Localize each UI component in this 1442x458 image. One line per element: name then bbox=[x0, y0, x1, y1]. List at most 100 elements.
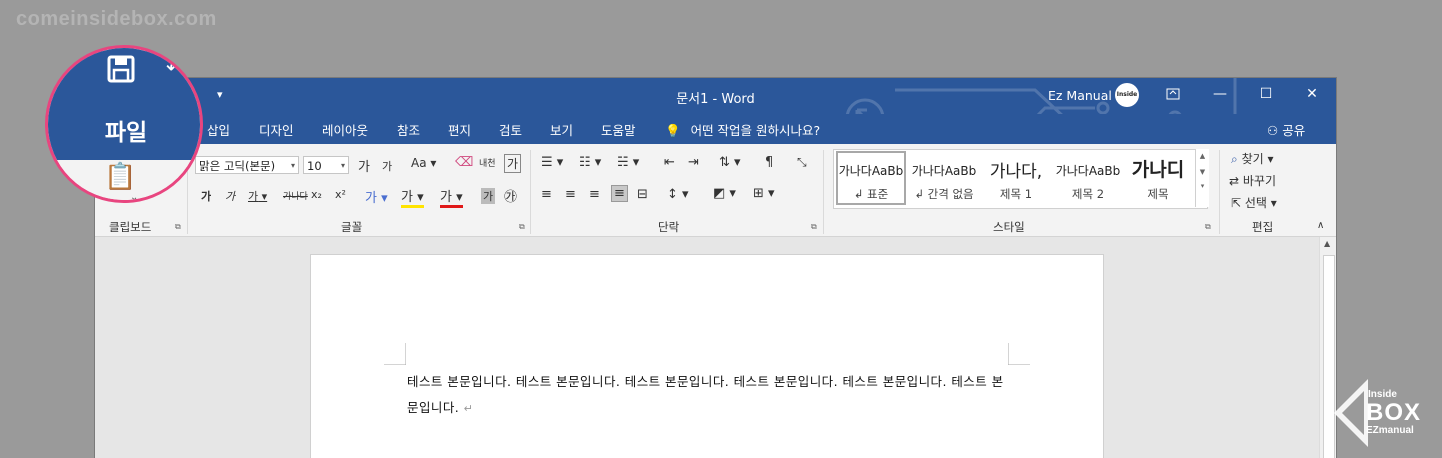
clear-format-icon[interactable]: ⌫ bbox=[455, 155, 473, 170]
tab-mailings[interactable]: 편지 bbox=[448, 120, 471, 139]
increase-indent-icon[interactable]: ⇥ bbox=[688, 155, 699, 170]
gallery-up-icon[interactable]: ▲ bbox=[1196, 152, 1209, 160]
tell-me-box[interactable]: 💡 어떤 작업을 원하시나요? bbox=[665, 120, 820, 139]
tab-review[interactable]: 검토 bbox=[499, 120, 522, 139]
tab-insert[interactable]: 삽입 bbox=[207, 120, 230, 139]
style-name: 제목 bbox=[1147, 187, 1169, 201]
styles-launcher-icon[interactable]: ⧉ bbox=[1205, 222, 1211, 232]
lightbulb-icon: 💡 bbox=[665, 123, 681, 138]
scroll-up-icon[interactable]: ▲ bbox=[1324, 239, 1330, 248]
select-button[interactable]: ⇱ 선택 ▾ bbox=[1231, 194, 1277, 211]
change-case-button[interactable]: Aa ▾ bbox=[411, 156, 436, 170]
shading-icon[interactable]: ◩ ▾ bbox=[713, 186, 736, 201]
align-right-icon[interactable]: ≡ bbox=[589, 187, 600, 202]
tab-layout[interactable]: 레이아웃 bbox=[322, 120, 368, 139]
align-left-icon[interactable]: ≡ bbox=[541, 187, 552, 202]
show-marks-icon[interactable]: ¶ bbox=[765, 155, 773, 170]
phonetic-guide-button[interactable]: 내천 bbox=[479, 156, 496, 169]
sort-icon[interactable]: ⇅ ▾ bbox=[719, 155, 741, 170]
collapse-ribbon-icon[interactable]: ∧ bbox=[1317, 220, 1324, 231]
grow-font-button[interactable]: 가 bbox=[358, 156, 370, 175]
char-shading-button[interactable]: 가 bbox=[481, 188, 496, 204]
highlight-button[interactable]: 가 ▾ bbox=[401, 186, 424, 208]
paste-dropdown-icon[interactable]: ⌄ bbox=[130, 192, 138, 200]
strikethrough-button[interactable]: 가나다 bbox=[283, 189, 308, 202]
maximize-icon[interactable]: ☐ bbox=[1243, 78, 1289, 110]
minimize-icon[interactable]: — bbox=[1197, 78, 1243, 110]
gallery-more-icon[interactable]: ▾ bbox=[1196, 182, 1209, 190]
text-effects-button[interactable]: 가 ▾ bbox=[365, 187, 388, 206]
font-color-button[interactable]: 가 ▾ bbox=[440, 186, 463, 208]
style-no-spacing[interactable]: 가나다AaBb ↲ 간격 없음 bbox=[908, 150, 980, 206]
document-page[interactable]: 테스트 본문입니다. 테스트 본문입니다. 테스트 본문입니다. 테스트 본문입… bbox=[310, 254, 1104, 458]
avatar[interactable]: Inside Box bbox=[1115, 83, 1139, 122]
tab-help[interactable]: 도움말 bbox=[601, 120, 636, 139]
styles-gallery-scroll[interactable]: ▲ ▼ ▾ bbox=[1195, 149, 1209, 207]
style-heading-2[interactable]: 가나다AaBb 제목 2 bbox=[1052, 150, 1124, 206]
find-label: 찾기 bbox=[1241, 152, 1264, 166]
group-separator bbox=[823, 150, 824, 234]
find-button[interactable]: ⌕ 찾기 ▾ bbox=[1231, 150, 1274, 167]
clipboard-paste-icon[interactable]: 📋 bbox=[104, 162, 136, 192]
enclose-char-icon[interactable]: ㉮ bbox=[504, 186, 517, 205]
distribute-icon[interactable]: ⊟ bbox=[637, 187, 648, 202]
tab-view[interactable]: 보기 bbox=[550, 120, 573, 139]
gallery-down-icon[interactable]: ▼ bbox=[1196, 168, 1209, 176]
font-launcher-icon[interactable]: ⧉ bbox=[519, 222, 525, 232]
style-name: ↲ 간격 없음 bbox=[914, 187, 974, 201]
char-border-button[interactable]: 가 bbox=[504, 154, 522, 173]
bullets-icon[interactable]: ☰ ▾ bbox=[541, 155, 563, 170]
subscript-button[interactable]: x₂ bbox=[311, 188, 322, 201]
italic-button[interactable]: 가 bbox=[225, 188, 235, 204]
style-heading-1[interactable]: 가나다, 제목 1 bbox=[980, 150, 1052, 206]
ribbon-home: 🖌 클립보드 ⧉ 맑은 고딕(본문)▾ 10▾ 가 가 Aa ▾ ⌫ 내천 가 … bbox=[95, 144, 1336, 237]
text-effects-label: 가 bbox=[365, 191, 377, 206]
undo-icon[interactable]: ↶ bbox=[166, 56, 184, 81]
document-body-text[interactable]: 테스트 본문입니다. 테스트 본문입니다. 테스트 본문입니다. 테스트 본문입… bbox=[407, 369, 1013, 422]
close-icon[interactable]: ✕ bbox=[1289, 78, 1335, 110]
tab-file[interactable]: 파일 bbox=[66, 104, 186, 162]
bold-button[interactable]: 가 bbox=[201, 188, 211, 204]
ribbon-display-options-icon[interactable] bbox=[1150, 78, 1196, 110]
logo-line-2: BOX bbox=[1366, 399, 1422, 426]
superscript-button[interactable]: x² bbox=[335, 188, 346, 201]
borders-icon[interactable]: ⊞ ▾ bbox=[753, 186, 775, 201]
align-center-icon[interactable]: ≡ bbox=[565, 187, 576, 202]
watermark-text: comeinsidebox.com bbox=[16, 8, 217, 30]
line-spacing-icon[interactable]: ↕ ▾ bbox=[667, 187, 689, 202]
share-label: 공유 bbox=[1282, 123, 1306, 138]
highlight-label: 가 bbox=[401, 190, 413, 205]
font-name-select[interactable]: 맑은 고딕(본문) ▾ bbox=[195, 156, 299, 174]
replace-button[interactable]: ⇄ 바꾸기 bbox=[1229, 172, 1276, 189]
body-paragraph: 테스트 본문입니다. 테스트 본문입니다. 테스트 본문입니다. 테스트 본문입… bbox=[407, 374, 1004, 415]
numbering-icon[interactable]: ☷ ▾ bbox=[579, 155, 601, 170]
style-preview: 가나다, bbox=[989, 162, 1043, 182]
tab-references[interactable]: 참조 bbox=[397, 120, 420, 139]
word-window: ▾ 문서1 - Word Ez Manual Inside Box — ☐ ✕ … bbox=[95, 78, 1336, 458]
group-separator bbox=[1219, 150, 1220, 234]
justify-icon[interactable]: ≡ bbox=[611, 185, 628, 202]
share-button[interactable]: ⚇ 공유 bbox=[1267, 120, 1305, 139]
clipboard-launcher-icon[interactable]: ⧉ bbox=[175, 222, 181, 232]
ribbon-tabs: 삽입 디자인 레이아웃 참조 편지 검토 보기 도움말 💡 어떤 작업을 원하시… bbox=[95, 114, 1336, 144]
change-case-label: Aa bbox=[411, 156, 427, 170]
group-font-label: 글꼴 bbox=[341, 220, 363, 234]
user-name[interactable]: Ez Manual bbox=[1048, 88, 1112, 103]
decrease-indent-icon[interactable]: ⇤ bbox=[664, 155, 675, 170]
underline-button[interactable]: 가 ▾ bbox=[248, 188, 267, 204]
logo-line-3: EZmanual bbox=[1366, 425, 1414, 436]
group-editing-label: 편집 bbox=[1252, 220, 1274, 234]
text-direction-icon[interactable]: ⤡ bbox=[797, 155, 807, 170]
style-title[interactable]: 가나디 제목 bbox=[1122, 150, 1194, 206]
multilevel-list-icon[interactable]: ☵ ▾ bbox=[617, 155, 639, 170]
font-name-value: 맑은 고딕(본문) bbox=[199, 159, 276, 173]
style-normal[interactable]: 가나다AaBb ↲ 표준 bbox=[835, 150, 907, 206]
save-icon[interactable] bbox=[106, 54, 136, 92]
select-label: 선택 bbox=[1244, 196, 1267, 210]
paragraph-launcher-icon[interactable]: ⧉ bbox=[811, 222, 817, 232]
font-size-select[interactable]: 10 ▾ bbox=[303, 156, 349, 174]
shrink-font-button[interactable]: 가 bbox=[382, 158, 392, 174]
styles-gallery: 가나다AaBb ↲ 표준 가나다AaBb ↲ 간격 없음 가나다, 제목 1 가… bbox=[833, 149, 1208, 209]
tab-design[interactable]: 디자인 bbox=[259, 120, 294, 139]
replace-icon: ⇄ bbox=[1229, 174, 1240, 188]
